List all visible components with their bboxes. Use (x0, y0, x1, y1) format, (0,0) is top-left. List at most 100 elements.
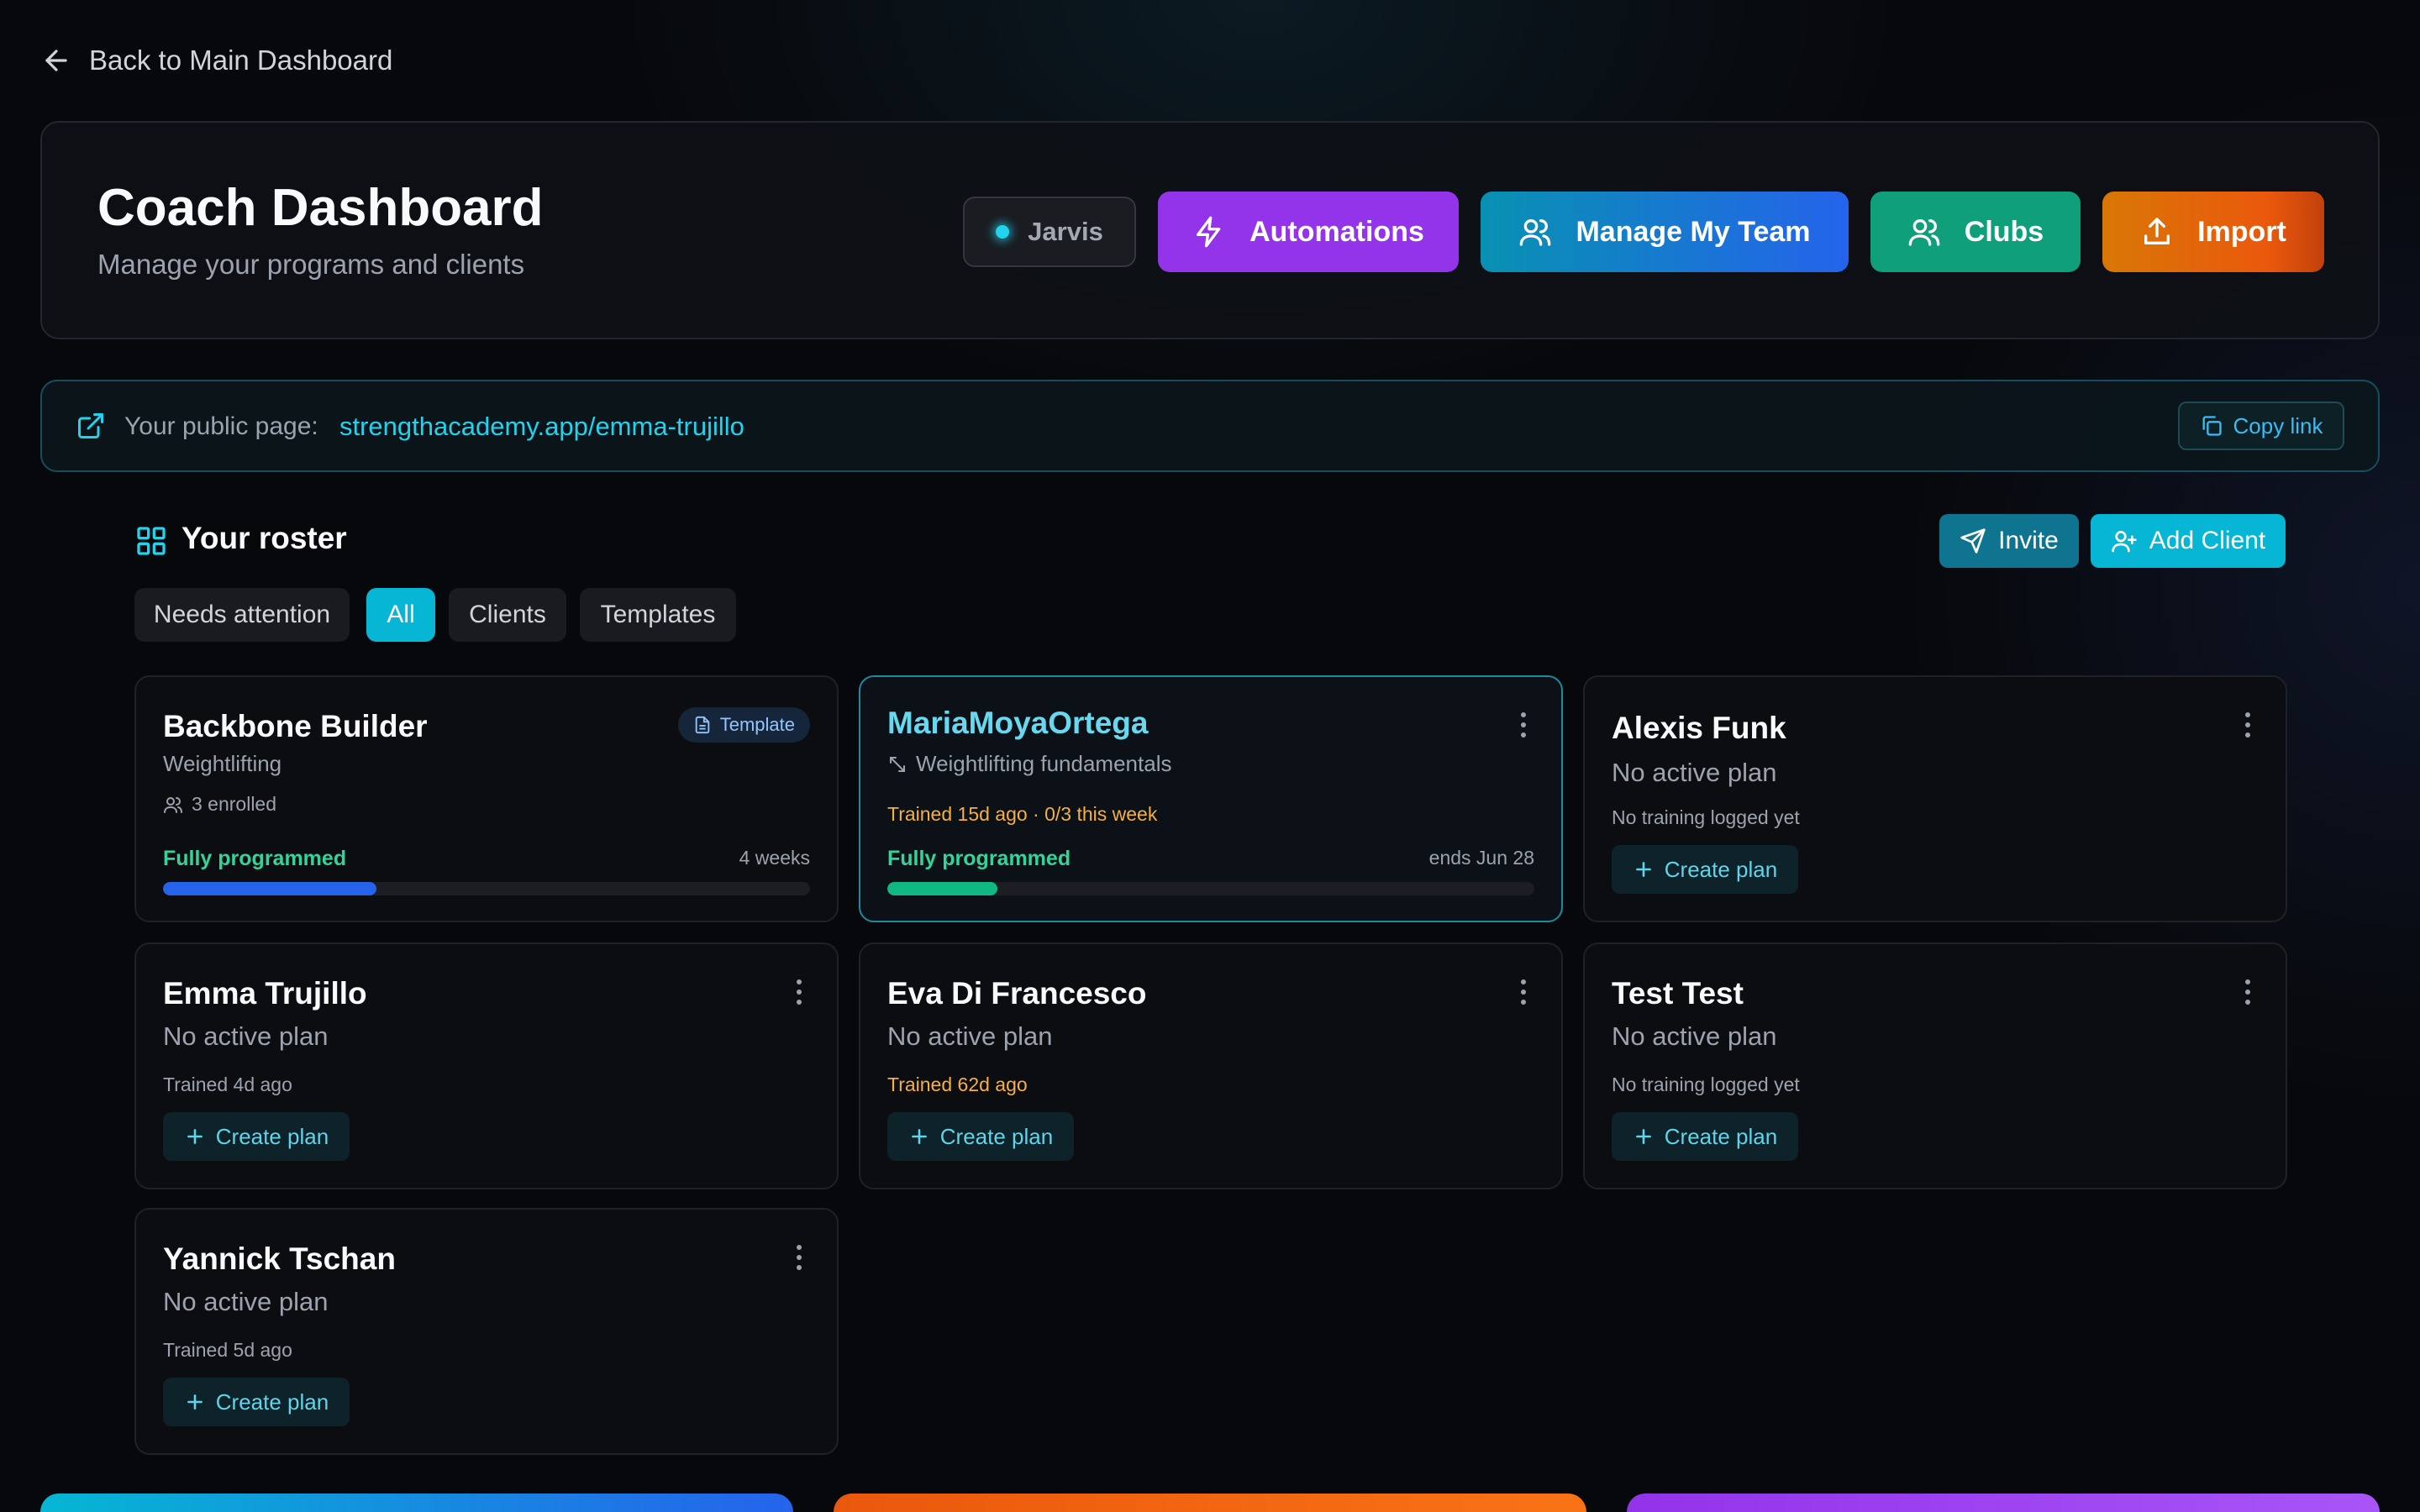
card-training-meta: Trained 15d ago · 0/3 this week (887, 803, 1158, 825)
public-page-url-link[interactable]: strengthacademy.app/emma-trujillo (339, 412, 744, 442)
card-name: Backbone Builder (163, 709, 428, 743)
create-plan-label: Create plan (215, 1123, 329, 1149)
bottom-stat-card-purple[interactable] (1627, 1494, 2380, 1512)
create-plan-label: Create plan (1664, 1123, 1778, 1149)
filter-all[interactable]: All (366, 588, 435, 642)
card-training-status: Trained 5d ago (163, 1339, 292, 1361)
users-icon (1520, 219, 1551, 246)
roster-card-backbone-builder[interactable]: Backbone Builder Template Weightlifting … (134, 675, 839, 922)
back-to-dashboard-link[interactable]: Back to Main Dashboard (40, 42, 392, 79)
filter-templates[interactable]: Templates (580, 588, 736, 642)
card-program-label: Weightlifting fundamentals (916, 751, 1172, 776)
card-training-status: No training logged yet (1612, 806, 1800, 828)
roster-card-mariamoyaortega[interactable]: MariaMoyaOrtega Weightlifting fundamenta… (859, 675, 1563, 922)
page-title: Coach Dashboard (97, 179, 544, 237)
card-name: Eva Di Francesco (887, 976, 1147, 1011)
card-plan-status: No active plan (163, 1021, 329, 1051)
roster-title: Your roster (182, 521, 347, 555)
roster-card-test-test[interactable]: Test Test No active plan No training log… (1583, 942, 2287, 1189)
card-status: Fully programmed (887, 847, 1071, 870)
card-enrolled: 3 enrolled (163, 793, 276, 816)
plus-icon (911, 1129, 927, 1144)
create-plan-button[interactable]: Create plan (887, 1112, 1074, 1161)
plus-icon (187, 1129, 203, 1144)
manage-team-button-label: Manage My Team (1576, 215, 1811, 248)
copy-icon (2202, 416, 2222, 436)
card-training-status: Trained 62d ago (887, 1074, 1028, 1095)
more-options-icon[interactable] (2244, 712, 2252, 743)
document-icon (695, 716, 709, 734)
card-name: Alexis Funk (1612, 711, 1786, 745)
copy-link-label: Copy link (2233, 412, 2323, 438)
invite-button-label: Invite (1998, 527, 2059, 554)
card-name: Yannick Tschan (163, 1242, 396, 1276)
card-status: Fully programmed (163, 847, 347, 870)
card-name: Emma Trujillo (163, 976, 367, 1011)
plus-icon (1635, 862, 1651, 877)
import-button[interactable]: Import (2102, 192, 2324, 272)
card-plan-status: No active plan (163, 1287, 329, 1316)
create-plan-label: Create plan (939, 1123, 1054, 1149)
card-progress-fill (163, 882, 377, 895)
create-plan-label: Create plan (215, 1389, 329, 1415)
more-options-icon[interactable] (1519, 712, 1528, 743)
create-plan-button[interactable]: Create plan (163, 1378, 350, 1426)
more-options-icon[interactable] (795, 1245, 803, 1275)
jarvis-status-dot-icon (996, 225, 1010, 239)
create-plan-label: Create plan (1664, 856, 1778, 882)
automations-button[interactable]: Automations (1158, 192, 1459, 272)
more-options-icon[interactable] (1519, 979, 1528, 1010)
grid-icon (137, 527, 166, 555)
bottom-stat-card-cyan[interactable] (40, 1494, 793, 1512)
card-name[interactable]: MariaMoyaOrtega (887, 706, 1149, 741)
more-options-icon[interactable] (2244, 979, 2252, 1010)
card-program: Weightlifting fundamentals (887, 751, 1171, 777)
dashboard-header: Coach Dashboard Manage your programs and… (40, 121, 2380, 339)
clubs-button[interactable]: Clubs (1870, 192, 2081, 272)
users-icon (1908, 219, 1940, 246)
automations-button-label: Automations (1249, 215, 1424, 248)
card-progress-track (887, 882, 1534, 895)
copy-link-button[interactable]: Copy link (2178, 402, 2344, 450)
user-plus-icon (2112, 531, 2137, 553)
card-progress-track (163, 882, 810, 895)
more-options-icon[interactable] (795, 979, 803, 1010)
back-link-label: Back to Main Dashboard (89, 45, 393, 76)
card-plan-status: No active plan (1612, 1021, 1777, 1051)
create-plan-button[interactable]: Create plan (1612, 845, 1798, 894)
roster-card-emma-trujillo[interactable]: Emma Trujillo No active plan Trained 4d … (134, 942, 839, 1189)
page-subtitle: Manage your programs and clients (97, 249, 525, 280)
filter-clients[interactable]: Clients (449, 588, 566, 642)
add-client-button-label: Add Client (2149, 527, 2266, 554)
external-link-icon (78, 413, 103, 438)
add-client-button[interactable]: Add Client (2091, 514, 2286, 568)
create-plan-button[interactable]: Create plan (1612, 1112, 1798, 1161)
create-plan-button[interactable]: Create plan (163, 1112, 350, 1161)
invite-button[interactable]: Invite (1939, 514, 2079, 568)
roster-card-alexis-funk[interactable]: Alexis Funk No active plan No training l… (1583, 675, 2287, 922)
template-badge: Template (677, 707, 810, 743)
public-page-label: Your public page: (124, 412, 318, 440)
card-plan-status: No active plan (887, 1021, 1053, 1051)
template-badge-label: Template (719, 714, 795, 735)
clubs-button-label: Clubs (1964, 215, 2044, 248)
bottom-stat-card-orange[interactable] (834, 1494, 1586, 1512)
arrow-left-icon (45, 50, 67, 71)
card-progress-fill (887, 882, 997, 895)
roster-card-eva-di-francesco[interactable]: Eva Di Francesco No active plan Trained … (859, 942, 1563, 1189)
card-enrolled-label: 3 enrolled (192, 793, 277, 815)
jarvis-button-label: Jarvis (1028, 217, 1103, 246)
card-duration: 4 weeks (739, 847, 810, 869)
manage-team-button[interactable]: Manage My Team (1481, 192, 1849, 272)
import-button-label: Import (2197, 215, 2286, 248)
card-training-status: No training logged yet (1612, 1074, 1800, 1095)
send-icon (1960, 528, 1986, 554)
users-icon (164, 796, 182, 813)
plus-icon (187, 1394, 203, 1410)
filter-needs-attention[interactable]: Needs attention (134, 588, 350, 642)
card-training-status: Trained 4d ago (163, 1074, 292, 1095)
resize-arrows-icon (890, 756, 905, 772)
roster-card-yannick-tschan[interactable]: Yannick Tschan No active plan Trained 5d… (134, 1208, 839, 1455)
card-end-date: ends Jun 28 (1428, 847, 1534, 869)
jarvis-button[interactable]: Jarvis (963, 197, 1136, 267)
